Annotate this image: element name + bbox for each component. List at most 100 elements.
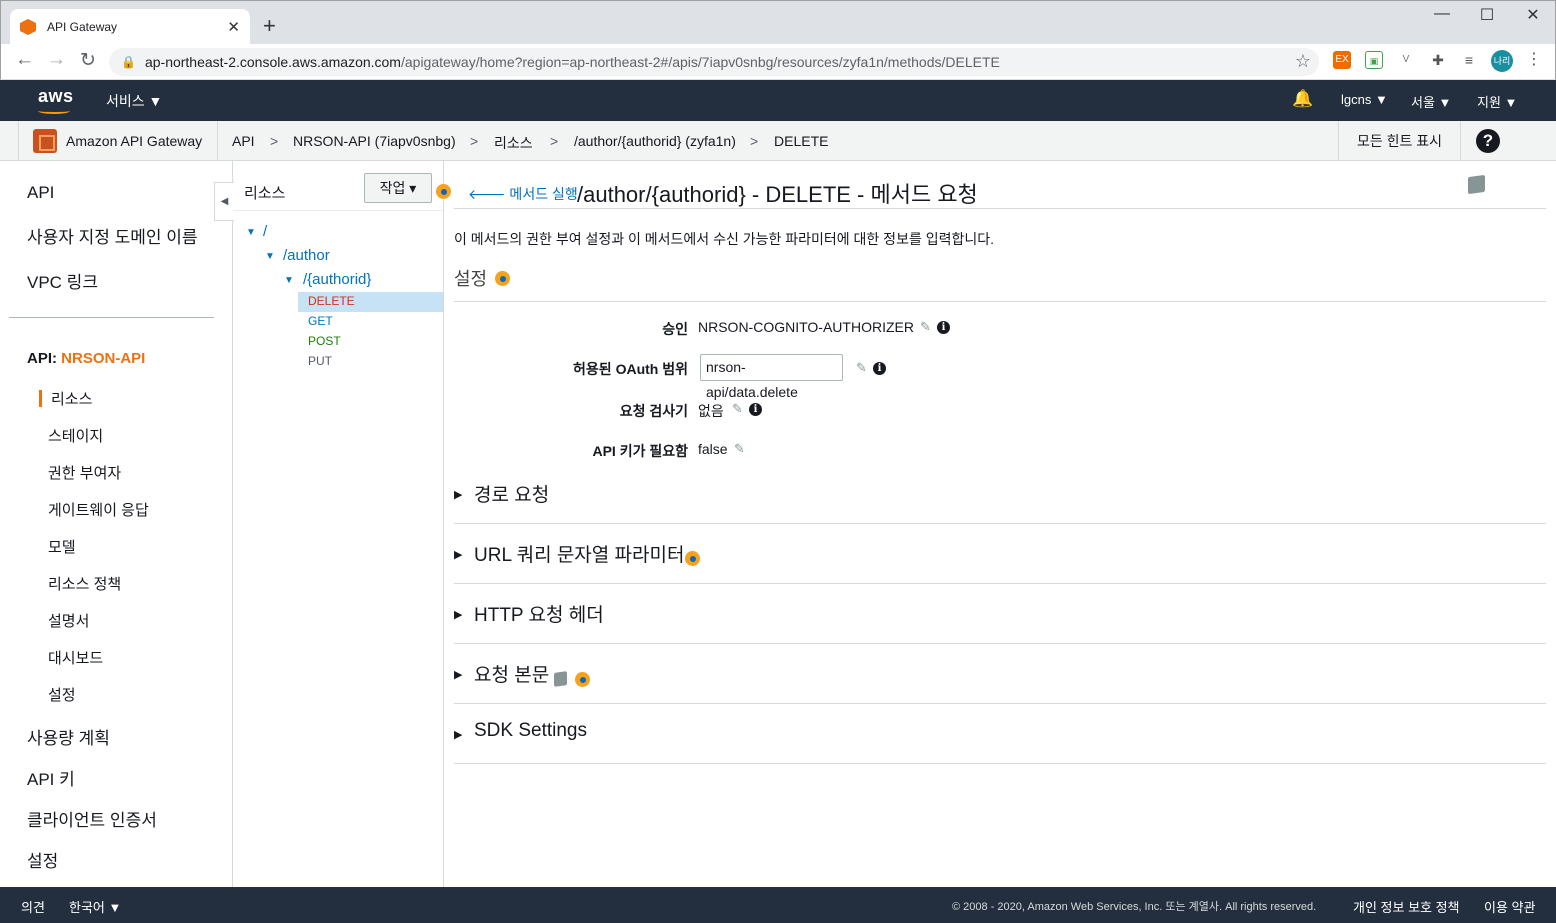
nav-item-documentation[interactable]: 설명서 bbox=[48, 610, 89, 631]
help-icon[interactable]: ? bbox=[1476, 129, 1500, 153]
tree-method-put[interactable]: PUT bbox=[308, 354, 332, 368]
service-logo[interactable]: Amazon API Gateway bbox=[18, 121, 218, 161]
section-sdk-settings[interactable]: ▶ SDK Settings bbox=[454, 704, 1546, 764]
region-menu[interactable]: 서울 ▼ bbox=[1411, 92, 1451, 111]
aws-smile-icon bbox=[38, 108, 70, 114]
info-icon[interactable]: i bbox=[873, 362, 886, 375]
info-icon[interactable]: i bbox=[749, 403, 762, 416]
section-title: URL 쿼리 문자열 파라미터 bbox=[474, 545, 685, 566]
request-validator-label: 요청 검사기 bbox=[619, 403, 688, 419]
breadcrumb-method: DELETE bbox=[774, 133, 829, 149]
maximize-icon[interactable]: ☐ bbox=[1464, 5, 1510, 25]
new-tab-button[interactable]: + bbox=[263, 13, 276, 39]
service-name: Amazon API Gateway bbox=[66, 133, 203, 149]
notification-bell-icon[interactable]: 🔔 bbox=[1292, 89, 1313, 109]
media-queue-icon[interactable]: ≡ bbox=[1460, 51, 1478, 69]
documentation-book-icon[interactable] bbox=[1468, 174, 1485, 195]
nav-item-models[interactable]: 모델 bbox=[48, 536, 76, 557]
reload-icon[interactable]: ↻ bbox=[80, 49, 96, 72]
section-query-string-parameters[interactable]: ▶ URL 쿼리 문자열 파라미터 bbox=[454, 524, 1546, 584]
nav-item-client-certificates[interactable]: 클라이언트 인증서 bbox=[27, 806, 157, 831]
info-icon[interactable]: i bbox=[937, 321, 950, 334]
actions-button[interactable]: 작업 ▾ bbox=[364, 173, 432, 203]
nav-item-gateway-responses[interactable]: 게이트웨이 응답 bbox=[48, 499, 149, 520]
aws-logo[interactable]: aws bbox=[38, 86, 74, 107]
caret-right-icon: ▶ bbox=[454, 609, 463, 621]
extension-ex-icon[interactable]: EX bbox=[1333, 51, 1351, 69]
settings-divider bbox=[454, 301, 1546, 302]
address-bar[interactable]: 🔒 ap-northeast-2.console.aws.amazon.com/… bbox=[109, 48, 1319, 76]
hint-icon[interactable] bbox=[685, 551, 700, 566]
extension-v-icon[interactable]: V bbox=[1397, 51, 1415, 69]
edit-pencil-icon[interactable]: ✎ bbox=[920, 319, 931, 335]
nav-item-settings[interactable]: 설정 bbox=[27, 847, 58, 872]
tree-method-get[interactable]: GET bbox=[308, 314, 333, 328]
account-menu[interactable]: lgcns ▼ bbox=[1341, 92, 1388, 107]
nav-item-stages[interactable]: 스테이지 bbox=[48, 425, 103, 446]
nav-item-authorizers[interactable]: 권한 부여자 bbox=[48, 462, 121, 483]
forward-icon[interactable]: → bbox=[47, 49, 66, 71]
page-title: /author/{authorid} - DELETE - 메서드 요청 bbox=[577, 182, 978, 207]
nav-active-indicator bbox=[39, 390, 42, 407]
hint-icon[interactable] bbox=[495, 271, 510, 286]
nav-item-api-settings[interactable]: 설정 bbox=[48, 684, 76, 705]
edit-pencil-icon[interactable]: ✎ bbox=[856, 360, 867, 376]
bookmark-star-icon[interactable]: ☆ bbox=[1295, 51, 1311, 72]
breadcrumb-resources[interactable]: 리소스 bbox=[494, 133, 533, 153]
collapse-nav-icon[interactable]: ◀ bbox=[214, 182, 234, 221]
minimize-icon[interactable]: — bbox=[1419, 5, 1465, 23]
breadcrumb-api[interactable]: API bbox=[232, 133, 255, 149]
documentation-book-icon[interactable] bbox=[554, 671, 567, 687]
tree-method-post[interactable]: POST bbox=[308, 334, 341, 348]
nav-item-vpc-links[interactable]: VPC 링크 bbox=[27, 268, 98, 293]
back-icon[interactable]: ← bbox=[15, 49, 34, 71]
window-close-icon[interactable]: ✕ bbox=[1510, 5, 1556, 25]
extensions-puzzle-icon[interactable]: ✚ bbox=[1429, 51, 1447, 69]
caret-right-icon: ▶ bbox=[454, 669, 463, 681]
nav-item-api-keys[interactable]: API 키 bbox=[27, 765, 75, 790]
section-request-body[interactable]: ▶ 요청 본문 bbox=[454, 644, 1546, 704]
url-host: ap-northeast-2.console.aws.amazon.com bbox=[144, 54, 401, 70]
nav-item-usage-plans[interactable]: 사용량 계획 bbox=[27, 724, 110, 749]
caret-down-icon[interactable]: ▼ bbox=[284, 275, 294, 286]
privacy-policy-link[interactable]: 개인 정보 보호 정책 bbox=[1353, 897, 1460, 916]
breadcrumb: Amazon API Gateway API > NRSON-API (7iap… bbox=[0, 121, 1556, 161]
nav-api-heading: API: NRSON-API bbox=[27, 350, 145, 367]
extension-screen-icon[interactable]: ▣ bbox=[1365, 51, 1383, 69]
oauth-scopes-field[interactable]: nrson-api/data.delete bbox=[700, 354, 843, 400]
section-path-request[interactable]: ▶ 경로 요청 bbox=[454, 464, 1546, 524]
caret-down-icon[interactable]: ▼ bbox=[265, 251, 275, 262]
profile-avatar[interactable]: 나리 bbox=[1491, 50, 1513, 72]
nav-item-dashboard[interactable]: 대시보드 bbox=[48, 647, 103, 668]
breadcrumb-api-name[interactable]: NRSON-API (7iapv0snbg) bbox=[293, 133, 456, 149]
close-tab-icon[interactable]: ✕ bbox=[227, 18, 240, 36]
settings-heading: 설정 bbox=[454, 269, 488, 289]
feedback-link[interactable]: 의견 bbox=[21, 897, 45, 916]
browser-menu-icon[interactable]: ⋮ bbox=[1525, 51, 1543, 69]
edit-pencil-icon[interactable]: ✎ bbox=[734, 441, 745, 457]
tree-node-authorid[interactable]: /{authorid} bbox=[303, 271, 371, 288]
edit-pencil-icon[interactable]: ✎ bbox=[732, 401, 743, 417]
nav-api-name[interactable]: NRSON-API bbox=[61, 350, 145, 367]
tree-node-root[interactable]: / bbox=[263, 223, 267, 240]
tree-node-author[interactable]: /author bbox=[283, 247, 330, 264]
browser-tab[interactable]: API Gateway ✕ bbox=[10, 9, 250, 45]
breadcrumb-resource-path[interactable]: /author/{authorid} (zyfa1n) bbox=[574, 133, 736, 149]
method-execution-link[interactable]: 🡐 메서드 실행 bbox=[468, 184, 578, 204]
hint-icon[interactable] bbox=[575, 672, 590, 687]
language-selector[interactable]: 한국어 ▼ bbox=[69, 897, 121, 916]
caret-right-icon: ▶ bbox=[454, 729, 463, 741]
support-menu[interactable]: 지원 ▼ bbox=[1477, 92, 1517, 111]
terms-link[interactable]: 이용 약관 bbox=[1484, 897, 1535, 916]
oauth-scopes-label: 허용된 OAuth 범위 bbox=[573, 361, 688, 377]
nav-item-custom-domains[interactable]: 사용자 지정 도메인 이름 bbox=[27, 223, 198, 248]
section-http-request-headers[interactable]: ▶ HTTP 요청 헤더 bbox=[454, 584, 1546, 644]
nav-item-resource-policy[interactable]: 리소스 정책 bbox=[48, 573, 121, 594]
show-all-hints-button[interactable]: 모든 힌트 표시 bbox=[1338, 121, 1461, 161]
resource-tree-panel: 리소스 작업 ▾ ▼ / ▼ /author ▼ /{authorid} DEL… bbox=[233, 161, 451, 887]
nav-item-apis[interactable]: API bbox=[27, 183, 54, 203]
caret-down-icon[interactable]: ▼ bbox=[246, 227, 256, 238]
services-menu[interactable]: 서비스 ▼ bbox=[106, 91, 162, 111]
nav-item-resources[interactable]: 리소스 bbox=[51, 388, 92, 409]
tree-method-delete[interactable]: DELETE bbox=[308, 294, 355, 308]
